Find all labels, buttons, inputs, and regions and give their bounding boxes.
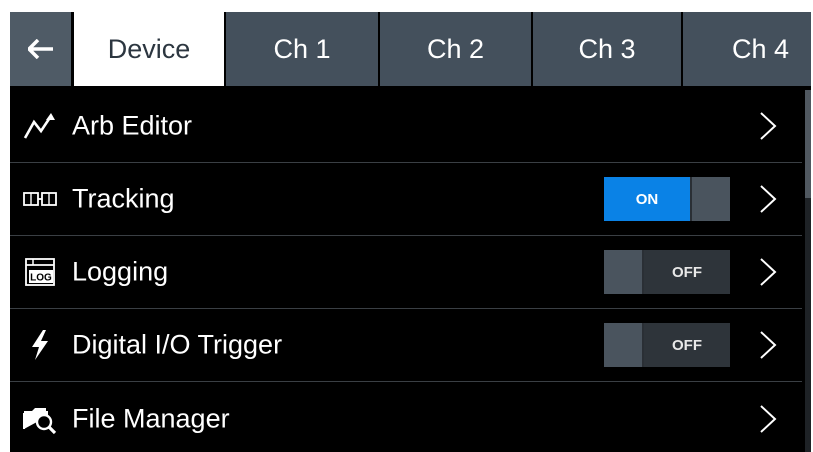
tab-ch1[interactable]: Ch 1 (224, 12, 378, 86)
tab-ch4-label: Ch 4 (731, 33, 789, 64)
menu-item-file-manager[interactable]: File Manager (10, 382, 802, 452)
menu-item-label: Digital I/O Trigger (72, 329, 283, 360)
menu-item-label: Arb Editor (72, 110, 193, 141)
toggle-state: ON (604, 177, 690, 221)
chevron-right-icon (760, 258, 777, 286)
digital-io-trigger-toggle[interactable]: OFF (604, 323, 730, 367)
lightning-bolt-icon (20, 328, 60, 362)
scrollbar[interactable] (805, 90, 811, 452)
log-icon-text: LOG (30, 273, 52, 284)
arrow-left-icon (27, 39, 53, 59)
arb-waveform-icon (20, 109, 60, 143)
tracking-toggle[interactable]: ON (604, 177, 730, 221)
tab-ch2[interactable]: Ch 2 (378, 12, 531, 86)
tab-ch3[interactable]: Ch 3 (531, 12, 681, 86)
menu-item-label: File Manager (72, 403, 230, 433)
tab-device[interactable]: Device (74, 12, 224, 86)
logging-toggle[interactable]: OFF (604, 250, 730, 294)
toggle-state: OFF (644, 250, 730, 294)
toggle-knob (604, 323, 642, 367)
tab-ch2-label: Ch 2 (426, 33, 485, 64)
back-button[interactable] (10, 12, 71, 86)
menu-item-logging[interactable]: LOG Logging OFF (10, 236, 802, 309)
menu-item-arb-editor[interactable]: Arb Editor (10, 90, 802, 163)
tracking-icon (20, 182, 60, 216)
chevron-right-icon (760, 185, 777, 213)
menu-item-label: Logging (72, 256, 169, 287)
tab-bar: Device Ch 1 Ch 2 Ch 3 Ch 4 (10, 12, 811, 86)
menu-item-tracking[interactable]: Tracking ON (10, 163, 802, 236)
toggle-knob (690, 177, 730, 221)
tab-ch3-label: Ch 3 (578, 33, 636, 64)
tab-ch1-label: Ch 1 (273, 33, 331, 64)
device-menu-list: Arb Editor Tracking ON LOG Logging OFF D… (10, 90, 802, 452)
device-screen: Device Ch 1 Ch 2 Ch 3 Ch 4 Arb Editor Tr… (10, 12, 811, 452)
menu-item-digital-io-trigger[interactable]: Digital I/O Trigger OFF (10, 309, 802, 382)
folder-search-icon (20, 402, 60, 436)
tab-ch4[interactable]: Ch 4 (681, 12, 811, 86)
menu-item-label: Tracking (72, 183, 175, 214)
tab-device-label: Device (107, 33, 191, 64)
toggle-state: OFF (644, 323, 730, 367)
scrollbar-thumb[interactable] (805, 90, 811, 198)
chevron-right-icon (760, 331, 777, 359)
toggle-knob (604, 250, 642, 294)
chevron-right-icon (760, 112, 777, 140)
chevron-right-icon (760, 404, 777, 433)
log-icon: LOG (20, 255, 60, 289)
